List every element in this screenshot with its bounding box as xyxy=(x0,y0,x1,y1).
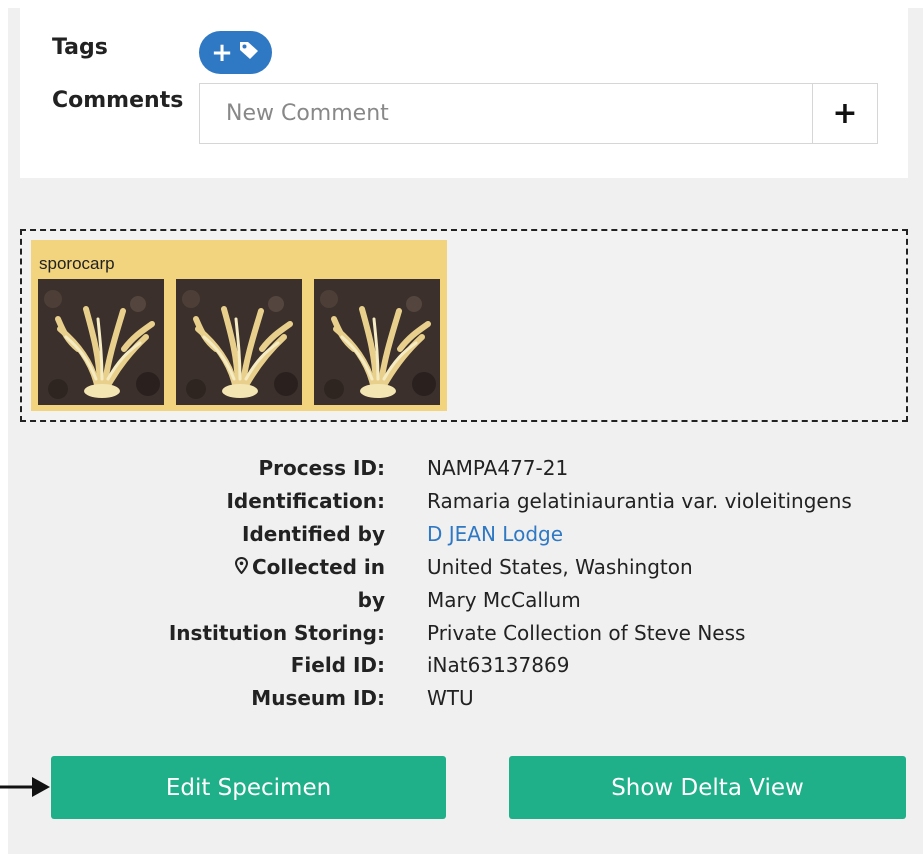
edit-specimen-button[interactable]: Edit Specimen xyxy=(51,756,446,819)
detail-key-text: Collected in xyxy=(251,555,385,579)
tags-label: Tags xyxy=(52,35,108,60)
detail-row: Process ID: NAMPA477-21 xyxy=(0,456,923,488)
detail-row: Identification: Ramaria gelatiniaurantia… xyxy=(0,489,923,521)
arrow-right-icon xyxy=(0,777,50,797)
image-thumbnail[interactable] xyxy=(38,279,164,405)
detail-value: WTU xyxy=(427,686,474,710)
image-group-title: sporocarp xyxy=(39,254,115,273)
detail-value: Ramaria gelatiniaurantia var. violeiting… xyxy=(427,489,852,513)
image-thumbnail[interactable] xyxy=(176,279,302,405)
tag-icon xyxy=(238,39,260,66)
detail-row: Field ID: iNat63137869 xyxy=(0,653,923,685)
map-pin-icon xyxy=(234,555,248,579)
detail-key: by xyxy=(357,588,385,612)
detail-key: Museum ID: xyxy=(251,686,385,710)
add-tag-button[interactable]: + xyxy=(199,31,272,74)
add-comment-button[interactable]: + xyxy=(812,83,878,144)
detail-row: Museum ID: WTU xyxy=(0,686,923,718)
detail-key: Collected in xyxy=(234,555,385,579)
detail-key: Identification: xyxy=(226,489,385,513)
comments-label: Comments xyxy=(52,88,184,113)
detail-value: iNat63137869 xyxy=(427,653,570,677)
detail-row: Institution Storing: Private Collection … xyxy=(0,621,923,653)
new-comment-input[interactable] xyxy=(199,83,812,144)
plus-icon: + xyxy=(211,37,233,68)
identified-by-link[interactable]: D JEAN Lodge xyxy=(427,522,563,546)
detail-key: Field ID: xyxy=(290,653,385,677)
detail-row: Identified by D JEAN Lodge xyxy=(0,522,923,554)
detail-row: Collected in United States, Washington xyxy=(0,555,923,587)
detail-row: by Mary McCallum xyxy=(0,588,923,620)
detail-value: Private Collection of Steve Ness xyxy=(427,621,746,645)
detail-key: Institution Storing: xyxy=(168,621,385,645)
detail-key: Process ID: xyxy=(258,456,386,480)
detail-value: NAMPA477-21 xyxy=(427,456,569,480)
detail-value: United States, Washington xyxy=(427,555,693,579)
image-thumbnail[interactable] xyxy=(314,279,440,405)
show-delta-view-button[interactable]: Show Delta View xyxy=(509,756,906,819)
detail-key: Identified by xyxy=(242,522,385,546)
detail-value: Mary McCallum xyxy=(427,588,581,612)
